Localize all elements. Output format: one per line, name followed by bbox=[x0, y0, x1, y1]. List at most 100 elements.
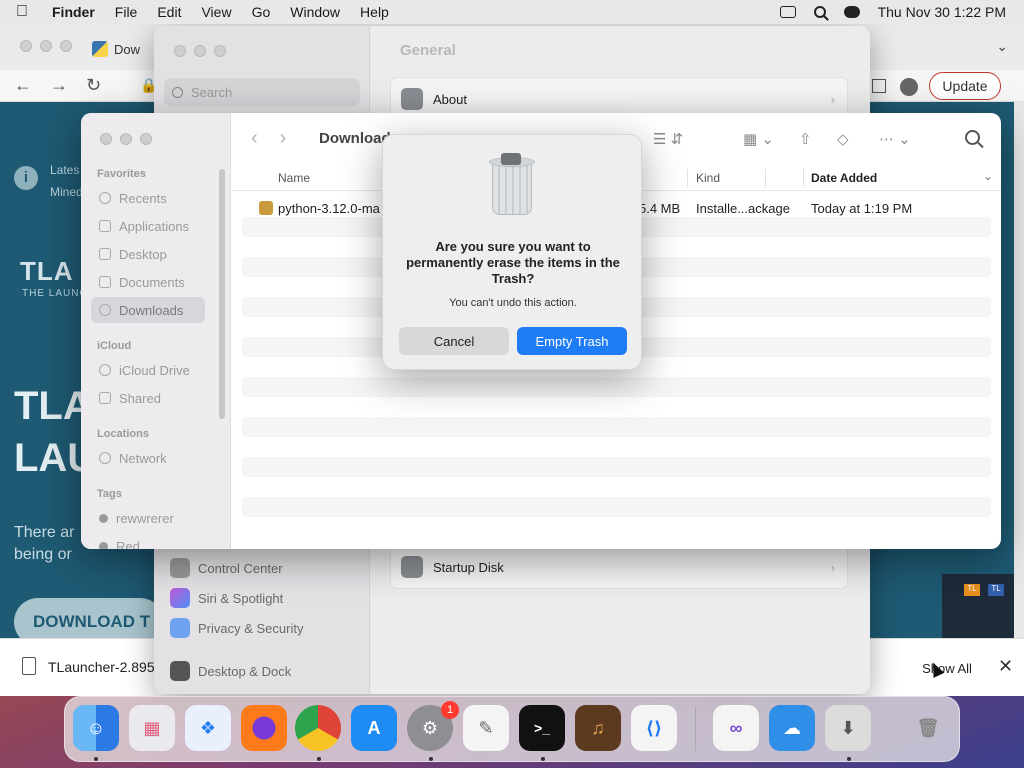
side-panel-icon[interactable] bbox=[872, 79, 886, 93]
system-settings-dock-icon[interactable]: ⚙ 1 bbox=[407, 701, 459, 751]
menu-go[interactable]: Go bbox=[242, 4, 281, 20]
search-icon bbox=[172, 86, 183, 98]
file-kind: Installe...ackage bbox=[696, 201, 790, 216]
search-icon[interactable] bbox=[965, 130, 980, 145]
running-indicator bbox=[847, 757, 851, 761]
running-indicator bbox=[94, 757, 98, 761]
back-chevron-icon[interactable]: ‹ bbox=[251, 127, 258, 150]
hand-icon bbox=[170, 618, 190, 638]
back-arrow-icon[interactable]: ← bbox=[14, 75, 32, 96]
empty-row bbox=[242, 497, 991, 517]
browser-tab-title: Dow bbox=[114, 41, 141, 57]
installer-dock-icon[interactable]: ⬇ bbox=[825, 705, 871, 751]
spotlight-search-icon[interactable] bbox=[813, 6, 826, 18]
close-icon[interactable]: ✕ bbox=[998, 656, 1013, 677]
clock-icon bbox=[99, 192, 111, 204]
zoom-window-button[interactable] bbox=[60, 40, 72, 52]
sidebar-item-applications[interactable]: Applications bbox=[91, 213, 205, 239]
sidebar-item-documents[interactable]: Documents bbox=[91, 269, 205, 295]
tab-list-chevron-icon[interactable]: ⌄ bbox=[996, 38, 1008, 55]
more-actions-icon[interactable]: ⋯ ⌄ bbox=[879, 130, 911, 148]
firefox-dock-icon[interactable] bbox=[241, 705, 287, 751]
visual-studio-dock-icon[interactable]: ∞ bbox=[713, 705, 759, 751]
screen-mirroring-icon[interactable] bbox=[779, 6, 796, 18]
group-icon[interactable]: ▦ ⌄ bbox=[743, 130, 774, 148]
forward-chevron-icon[interactable]: › bbox=[280, 127, 287, 150]
sidebar-item-icloud-drive[interactable]: iCloud Drive bbox=[91, 357, 205, 383]
column-date-added[interactable]: Date Added bbox=[811, 171, 877, 185]
zoom-window-button[interactable] bbox=[214, 45, 226, 57]
close-window-button[interactable] bbox=[174, 45, 186, 57]
python-favicon-icon bbox=[92, 41, 108, 57]
menu-file[interactable]: File bbox=[105, 4, 148, 20]
sidebar-item-control-center[interactable]: Control Center bbox=[170, 557, 283, 579]
column-name[interactable]: Name bbox=[278, 171, 310, 185]
sidebar-item-downloads[interactable]: Downloads bbox=[91, 297, 205, 323]
menubar-clock[interactable]: Thu Nov 30 1:22 PM bbox=[878, 4, 1006, 20]
share-icon[interactable]: ⇧ bbox=[799, 130, 812, 148]
textedit-dock-icon[interactable]: ✎ bbox=[463, 705, 509, 751]
apple-menu-icon[interactable]:  bbox=[0, 3, 44, 21]
close-window-button[interactable] bbox=[100, 133, 112, 145]
minimize-window-button[interactable] bbox=[40, 40, 52, 52]
column-kind[interactable]: Kind bbox=[696, 171, 720, 185]
thumb-tag: TL bbox=[988, 584, 1004, 596]
sidebar-item-desktop-dock[interactable]: Desktop & Dock bbox=[170, 660, 291, 682]
sidebar-item-desktop[interactable]: Desktop bbox=[91, 241, 205, 267]
update-button[interactable]: Update bbox=[929, 72, 1001, 100]
close-window-button[interactable] bbox=[20, 40, 32, 52]
tag-icon[interactable]: ◇ bbox=[837, 130, 849, 148]
sidebar-item-recents[interactable]: Recents bbox=[91, 185, 205, 211]
sidebar-tag-rewwrerer[interactable]: rewwrerer bbox=[91, 505, 205, 531]
sidebar-item-label: Desktop bbox=[119, 246, 167, 262]
sidebar-item-shared[interactable]: Shared bbox=[91, 385, 205, 411]
downloaded-file-name[interactable]: TLauncher-2.895 bbox=[48, 659, 155, 675]
menu-window[interactable]: Window bbox=[280, 4, 350, 20]
control-center-icon[interactable] bbox=[843, 6, 860, 18]
trash-dock-icon[interactable]: 🗑 bbox=[905, 705, 951, 751]
launchpad-dock-icon[interactable]: ▦ bbox=[129, 705, 175, 751]
weather-dock-icon[interactable]: ☁ bbox=[769, 705, 815, 751]
settings-row-label: Startup Disk bbox=[433, 559, 504, 575]
menu-edit[interactable]: Edit bbox=[147, 4, 191, 20]
applications-icon bbox=[99, 220, 111, 232]
browser-tab[interactable]: Dow bbox=[92, 34, 162, 64]
sort-chevron-icon[interactable]: ⌄ bbox=[983, 169, 993, 183]
terminal-dock-icon[interactable]: >_ bbox=[519, 705, 565, 751]
safari-dock-icon[interactable]: ❖ bbox=[185, 705, 231, 751]
profile-avatar-icon[interactable] bbox=[900, 78, 918, 96]
reload-icon[interactable]: ↻ bbox=[86, 75, 101, 96]
sidebar-item-siri-spotlight[interactable]: Siri & Spotlight bbox=[170, 587, 283, 609]
settings-search-input[interactable]: Search bbox=[164, 78, 360, 106]
sidebar-item-network[interactable]: Network bbox=[91, 445, 205, 471]
zoom-window-button[interactable] bbox=[140, 133, 152, 145]
cancel-button[interactable]: Cancel bbox=[399, 327, 509, 355]
sidebar-item-label: Control Center bbox=[198, 560, 283, 576]
sidebar-item-label: Privacy & Security bbox=[198, 620, 304, 636]
garageband-dock-icon[interactable]: ♫ bbox=[575, 705, 621, 751]
site-paragraph: There ar being or bbox=[14, 522, 74, 566]
control-center-icon bbox=[170, 558, 190, 578]
forward-arrow-icon[interactable]: → bbox=[50, 75, 68, 96]
menu-help[interactable]: Help bbox=[350, 4, 399, 20]
site-logo[interactable]: TLA bbox=[20, 256, 74, 287]
show-all-button[interactable]: Show All bbox=[910, 654, 984, 682]
finder-dock-icon[interactable]: ☺ bbox=[73, 705, 119, 751]
site-notice-line: Lates bbox=[50, 163, 80, 177]
minimize-window-button[interactable] bbox=[120, 133, 132, 145]
chrome-dock-icon[interactable] bbox=[295, 705, 341, 751]
vscode-dock-icon[interactable]: ⟨⟩ bbox=[631, 705, 677, 751]
list-view-icon[interactable]: ☰ ⇵ bbox=[653, 130, 683, 148]
settings-row-startup-disk[interactable]: Startup Disk › bbox=[390, 545, 848, 589]
menu-view[interactable]: View bbox=[191, 4, 241, 20]
menu-app-finder[interactable]: Finder bbox=[44, 4, 105, 20]
minimize-window-button[interactable] bbox=[194, 45, 206, 57]
paragraph-line: There ar bbox=[14, 524, 75, 541]
sidebar-tag-red[interactable]: Red bbox=[91, 533, 205, 549]
dialog-title: Are you sure you want to permanently era… bbox=[406, 239, 620, 286]
sidebar-item-privacy-security[interactable]: Privacy & Security bbox=[170, 617, 303, 639]
browser-scrollbar[interactable] bbox=[1014, 102, 1024, 662]
empty-trash-button[interactable]: Empty Trash bbox=[517, 327, 627, 355]
sidebar-scrollbar[interactable] bbox=[219, 169, 225, 419]
app-store-dock-icon[interactable]: A bbox=[351, 705, 397, 751]
